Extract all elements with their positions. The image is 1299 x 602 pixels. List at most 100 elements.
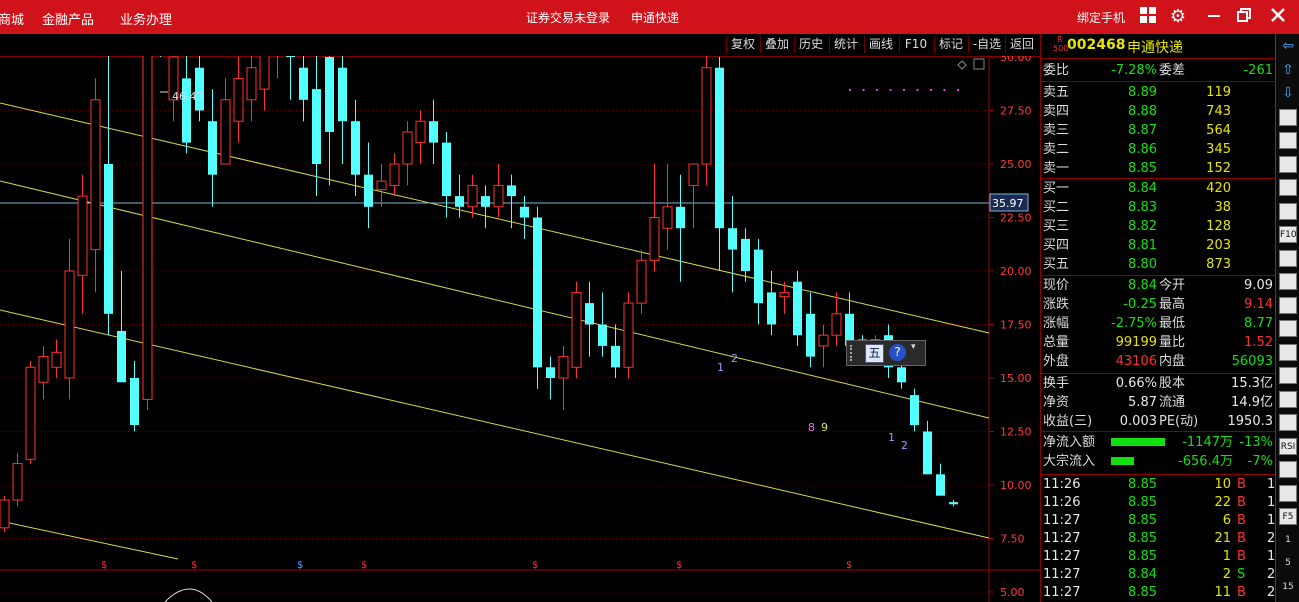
menu-financial-products[interactable]: 金融产品 xyxy=(42,9,94,28)
tick-row[interactable]: 11:27 8.85 6 B 1 xyxy=(1041,511,1276,530)
tick-row[interactable]: 11:26 8.85 10 B 1 xyxy=(1041,475,1276,494)
up-arrow-icon[interactable]: ⇧ xyxy=(1279,62,1297,79)
buy-level-row[interactable]: 买四 8.81 203 xyxy=(1041,236,1276,255)
doc-icon[interactable] xyxy=(1279,296,1297,314)
chart-diamond-icon[interactable] xyxy=(957,60,967,70)
button-mark[interactable]: 标记 xyxy=(934,36,967,53)
kline-icon[interactable] xyxy=(1279,343,1297,361)
price-axis-tick: 5.00 xyxy=(1000,586,1025,599)
news-icon[interactable] xyxy=(1279,202,1297,220)
tick-row[interactable]: 11:27 8.85 11 B 2 xyxy=(1041,583,1276,602)
tick-volume: 2 xyxy=(1222,567,1231,582)
tick-row[interactable]: 11:27 8.85 1 B 1 xyxy=(1041,547,1276,566)
gear-icon[interactable]: ⚙ xyxy=(1167,6,1189,28)
period-15-icon[interactable]: 15 xyxy=(1279,579,1297,596)
sell-level-row[interactable]: 卖二 8.86 345 xyxy=(1041,140,1276,159)
tick-row[interactable]: 11:27 8.84 2 S 2 xyxy=(1041,565,1276,584)
button-restore-rights[interactable]: 复权 xyxy=(726,36,759,53)
candle-icon[interactable] xyxy=(1279,179,1297,196)
button-back[interactable]: 返回 xyxy=(1005,36,1038,53)
period-5-icon[interactable]: 5 xyxy=(1279,555,1297,572)
f11-icon[interactable] xyxy=(1279,249,1297,267)
trade-login-status[interactable]: 证券交易未登录 xyxy=(526,9,610,26)
line-chart-icon[interactable] xyxy=(1279,155,1297,173)
period-1-icon[interactable]: 1 xyxy=(1279,532,1297,549)
sell-level-row[interactable]: 卖三 8.87 564 xyxy=(1041,121,1276,140)
button-draw-line[interactable]: 画线 xyxy=(864,36,897,53)
cross-icon[interactable] xyxy=(1279,461,1297,478)
rsi-icon[interactable]: RSI xyxy=(1279,437,1297,455)
rating-badge-top: R xyxy=(1057,35,1063,44)
buy-level-row[interactable]: 买五 8.80 873 xyxy=(1041,255,1276,274)
quote-row[interactable]: 涨幅 -2.75% 最低 8.77 xyxy=(1041,314,1276,333)
tick-price: 8.85 xyxy=(1128,549,1157,564)
fundamental-label: 收益(三) xyxy=(1043,414,1093,429)
buy-level-row[interactable]: 买一 8.84 420 xyxy=(1041,179,1276,198)
fundamental-row[interactable]: 换手 0.66% 股本 15.3亿 xyxy=(1041,374,1276,393)
five-level-icon[interactable]: 五 xyxy=(865,344,884,363)
tick-time: 11:27 xyxy=(1043,585,1081,600)
fundamental-row[interactable]: 净资 5.87 流通 14.9亿 xyxy=(1041,393,1276,412)
event-marker[interactable]: $ xyxy=(191,560,197,571)
sell-level-row[interactable]: 卖四 8.88 743 xyxy=(1041,102,1276,121)
bind-phone-link[interactable]: 绑定手机 xyxy=(1077,9,1125,26)
kdj-icon[interactable] xyxy=(1279,414,1297,431)
quote-row[interactable]: 总量 99199 量比 1.52 xyxy=(1041,333,1276,352)
tick-row[interactable]: 11:27 8.85 21 B 2 xyxy=(1041,529,1276,548)
buy-level-row[interactable]: 买二 8.83 38 xyxy=(1041,198,1276,217)
minimize-icon[interactable] xyxy=(1203,6,1225,28)
back-arrow-icon[interactable]: ⇦ xyxy=(1279,38,1297,55)
flow-bar xyxy=(1111,457,1134,465)
grid-icon[interactable] xyxy=(1279,273,1297,290)
quote-value: -2.75% xyxy=(1111,316,1157,331)
button-statistics[interactable]: 统计 xyxy=(829,36,862,53)
menu-business[interactable]: 业务办理 xyxy=(120,9,172,28)
kline-svg[interactable]: 46.43 45.0042.5040.0037.5035.0032.5030.0… xyxy=(0,56,1040,602)
fund-flow-row[interactable]: 大宗流入 -656.4万 -7% xyxy=(1041,452,1276,471)
table-icon[interactable] xyxy=(1279,132,1297,149)
quote-value: 43106 xyxy=(1115,354,1157,369)
f5-icon[interactable]: F5 xyxy=(1279,508,1297,525)
dropdown-icon[interactable]: ▾ xyxy=(911,342,916,352)
sell-level-row[interactable]: 卖一 8.85 152 xyxy=(1041,159,1276,178)
event-marker[interactable]: $ xyxy=(846,560,852,571)
chart-expand-icon[interactable] xyxy=(973,58,985,70)
button-remove-watchlist[interactable]: -自选 xyxy=(968,36,1005,53)
kline-chart[interactable]: 46.43 45.0042.5040.0037.5035.0032.5030.0… xyxy=(0,56,1040,602)
stock-code: 002468 xyxy=(1067,37,1126,53)
fundamental-row[interactable]: 收益(三) 0.003 PE(动) 1950.3 xyxy=(1041,412,1276,431)
close-icon[interactable] xyxy=(1267,6,1289,28)
event-marker[interactable]: $ xyxy=(676,560,682,571)
info-icon[interactable] xyxy=(1279,367,1297,384)
restore-icon[interactable] xyxy=(1233,6,1255,28)
button-overlay[interactable]: 叠加 xyxy=(760,36,793,53)
weibi-row: 委比 -7.28% 委差 -261 xyxy=(1041,61,1276,80)
fund-flow-row[interactable]: 净流入额 -1147万 -13% xyxy=(1041,433,1276,452)
tick-row[interactable]: 11:26 8.85 22 B 1 xyxy=(1041,493,1276,512)
button-f10[interactable]: F10 xyxy=(899,36,932,53)
button-history[interactable]: 历史 xyxy=(794,36,827,53)
quote-row[interactable]: 涨跌 -0.25 最高 9.14 xyxy=(1041,295,1276,314)
down-arrow-icon[interactable]: ⇩ xyxy=(1279,85,1297,102)
quote-row[interactable]: 外盘 43106 内盘 56093 xyxy=(1041,352,1276,371)
flow-label: 净流入额 xyxy=(1043,435,1096,450)
f10-icon[interactable]: F10 xyxy=(1279,226,1297,243)
drag-handle-icon[interactable] xyxy=(850,345,864,361)
macd-icon[interactable] xyxy=(1279,390,1297,408)
event-marker[interactable]: $ xyxy=(101,560,107,571)
floating-toolbox[interactable]: 五 ? ▾ xyxy=(846,340,926,366)
quote-row[interactable]: 现价 8.84 今开 9.09 xyxy=(1041,276,1276,295)
f12-icon[interactable] xyxy=(1279,320,1297,337)
event-marker[interactable]: $ xyxy=(361,560,367,571)
sell-level-row[interactable]: 卖五 8.89 119 xyxy=(1041,83,1276,102)
help-icon[interactable]: ? xyxy=(889,344,906,361)
divider xyxy=(1041,81,1276,82)
vol-icon[interactable] xyxy=(1279,484,1297,502)
sell-level-label: 卖一 xyxy=(1043,161,1070,176)
grid-icon[interactable] xyxy=(1137,6,1159,28)
menu-mall[interactable]: 商城 xyxy=(0,9,24,28)
event-marker[interactable]: $ xyxy=(297,560,303,571)
buy-level-row[interactable]: 买三 8.82 128 xyxy=(1041,217,1276,236)
list-icon[interactable] xyxy=(1279,108,1297,126)
event-marker[interactable]: $ xyxy=(532,560,538,571)
